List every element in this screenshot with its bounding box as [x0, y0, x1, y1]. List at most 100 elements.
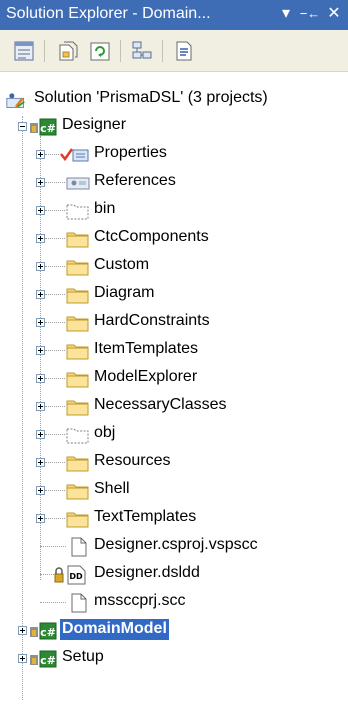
collapse-icon[interactable]	[18, 122, 27, 131]
tree-row-item[interactable]: bin	[0, 197, 348, 225]
expand-icon[interactable]	[18, 626, 27, 635]
tree-row-item[interactable]: Properties	[0, 141, 348, 169]
svg-text:c#: c#	[40, 626, 56, 639]
tree-item-label: obj	[94, 424, 116, 441]
tree-row-item[interactable]: CtcComponents	[0, 225, 348, 253]
expand-icon[interactable]	[18, 654, 27, 663]
tree-connector	[45, 294, 65, 295]
expand-icon[interactable]	[36, 430, 45, 439]
tree-item-label: bin	[94, 200, 116, 217]
folder-icon	[66, 260, 89, 276]
tree-connector	[45, 406, 65, 407]
tree-item-label: Properties	[94, 144, 167, 161]
tree-row-item[interactable]: Custom	[0, 253, 348, 281]
toolbar-separator	[162, 40, 163, 62]
expand-icon[interactable]	[36, 346, 45, 355]
tree-row-item[interactable]: DD Designer.dsldd	[0, 561, 348, 589]
folder-icon	[66, 344, 89, 360]
csharp-project-icon: c#	[30, 650, 57, 668]
folder-icon	[66, 456, 89, 472]
expand-icon[interactable]	[36, 150, 45, 159]
window-title: Solution Explorer - Domain...	[6, 5, 211, 22]
tree-item-label: NecessaryClasses	[94, 396, 227, 413]
tree-item-label: CtcComponents	[94, 228, 209, 245]
expand-icon[interactable]	[36, 374, 45, 383]
folder-icon	[66, 372, 89, 388]
svg-text:DD: DD	[69, 572, 83, 581]
expand-icon[interactable]	[36, 486, 45, 495]
class-diagram-icon[interactable]	[130, 39, 154, 63]
expand-icon[interactable]	[36, 206, 45, 215]
dotted-folder-icon	[66, 428, 89, 444]
expand-icon[interactable]	[36, 402, 45, 411]
tree-row-item[interactable]: Diagram	[0, 281, 348, 309]
tree-item-label: Designer.csproj.vspscc	[94, 536, 258, 553]
tree-row-item[interactable]: NecessaryClasses	[0, 393, 348, 421]
tree-item-label: ItemTemplates	[94, 340, 199, 357]
tree-row-setup-project[interactable]: c# Setup	[0, 645, 348, 673]
close-icon[interactable]: ✕	[324, 4, 344, 24]
tree-connector	[45, 154, 59, 155]
view-code-icon[interactable]	[172, 39, 196, 63]
tree-connector	[45, 182, 65, 183]
tree-item-label: mssccprj.scc	[94, 592, 186, 609]
file-icon	[71, 593, 87, 613]
solution-explorer-toolbar	[0, 30, 348, 72]
tree-row-designer-project[interactable]: c# Designer	[0, 113, 348, 141]
project-label: Setup	[62, 648, 104, 665]
tree-row-item[interactable]: mssccprj.scc	[0, 589, 348, 617]
project-label-selected: DomainModel	[60, 619, 169, 640]
tree-connector	[45, 518, 65, 519]
tree-connector	[45, 210, 65, 211]
tree-connector	[40, 602, 66, 603]
tree-item-label: TextTemplates	[94, 508, 197, 525]
tree-row-item[interactable]: References	[0, 169, 348, 197]
tree-row-item[interactable]: obj	[0, 421, 348, 449]
properties-folder-icon	[60, 148, 89, 162]
expand-icon[interactable]	[36, 514, 45, 523]
csharp-project-icon: c#	[30, 622, 57, 640]
tree-row-item[interactable]: Resources	[0, 449, 348, 477]
tree-connector	[45, 462, 65, 463]
tree-connector	[45, 350, 65, 351]
tree-item-label: ModelExplorer	[94, 368, 198, 385]
solution-icon	[6, 93, 25, 108]
tree-row-item[interactable]: TextTemplates	[0, 505, 348, 533]
toolbar-separator	[44, 40, 45, 62]
show-all-files-icon[interactable]	[56, 39, 80, 63]
tree-row-item[interactable]: HardConstraints	[0, 309, 348, 337]
tree-row-domainmodel-project[interactable]: c# DomainModel	[0, 617, 348, 645]
folder-icon	[66, 288, 89, 304]
expand-icon[interactable]	[36, 318, 45, 327]
tree-row-solution[interactable]: Solution 'PrismaDSL' (3 projects)	[0, 86, 348, 114]
expand-icon[interactable]	[36, 458, 45, 467]
window-position-dropdown-icon[interactable]: ▾	[276, 4, 296, 24]
tree-item-label: Designer.dsldd	[94, 564, 200, 581]
title-bar: Solution Explorer - Domain... ▾ −← ✕	[0, 0, 348, 30]
tree-row-item[interactable]: Designer.csproj.vspscc	[0, 533, 348, 561]
tree-connector	[45, 266, 65, 267]
tree-item-label: Resources	[94, 452, 171, 469]
toolbar-separator	[120, 40, 121, 62]
tree-row-item[interactable]: ItemTemplates	[0, 337, 348, 365]
expand-icon[interactable]	[36, 234, 45, 243]
project-label: Designer	[62, 116, 127, 133]
tree-row-item[interactable]: Shell	[0, 477, 348, 505]
folder-icon	[66, 232, 89, 248]
auto-hide-pin-icon[interactable]: −←	[298, 4, 322, 24]
dd-file-icon: DD	[54, 565, 86, 585]
tree-row-item[interactable]: ModelExplorer	[0, 365, 348, 393]
svg-text:c#: c#	[40, 122, 56, 135]
folder-icon	[66, 512, 89, 528]
tree-item-label: Shell	[94, 480, 130, 497]
folder-icon	[66, 484, 89, 500]
expand-icon[interactable]	[36, 290, 45, 299]
expand-icon[interactable]	[36, 262, 45, 271]
tree-connector	[45, 238, 65, 239]
solution-tree: Solution 'PrismaDSL' (3 projects) c# Des…	[0, 72, 348, 723]
properties-icon[interactable]	[12, 39, 36, 63]
refresh-icon[interactable]	[88, 39, 112, 63]
expand-icon[interactable]	[36, 178, 45, 187]
folder-icon	[66, 316, 89, 332]
csharp-project-icon: c#	[30, 118, 57, 136]
